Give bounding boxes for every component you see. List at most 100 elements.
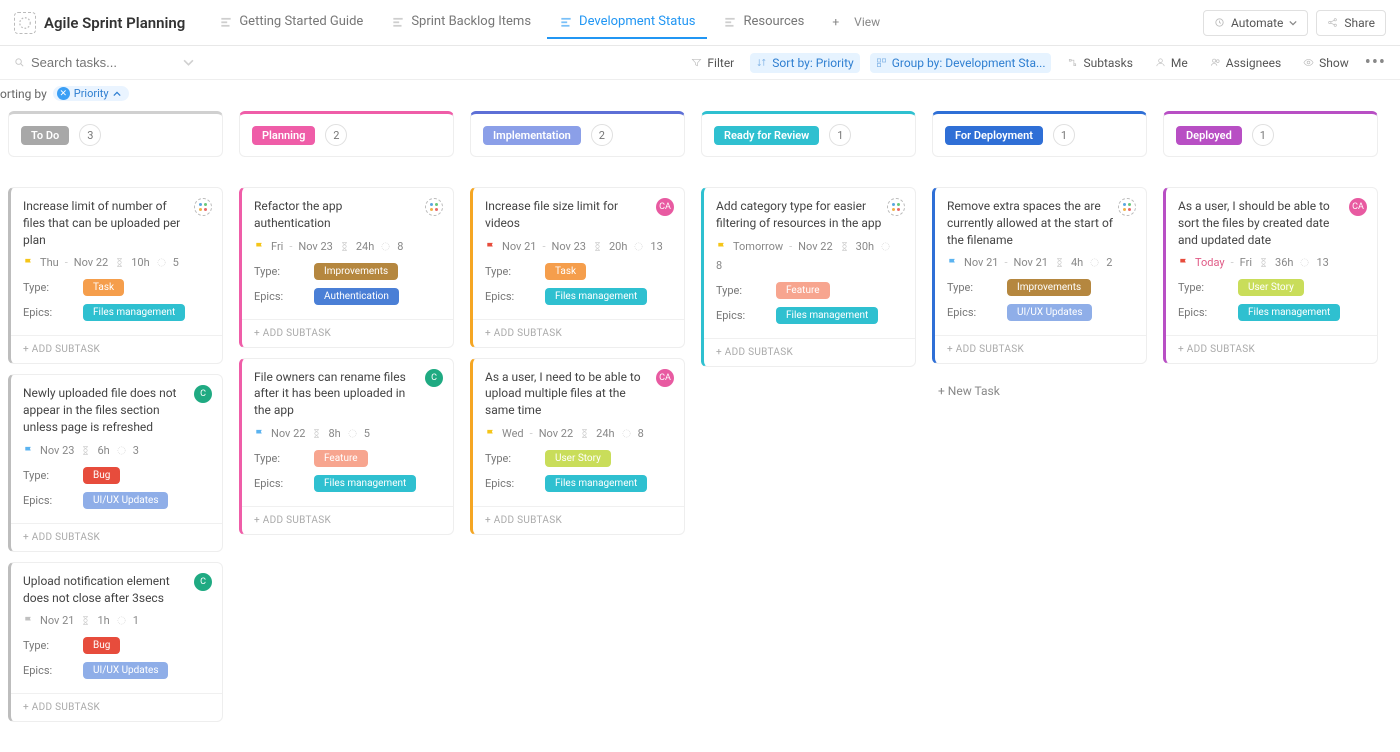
hourglass-icon — [839, 241, 850, 252]
add-subtask-button[interactable]: + ADD SUBTASK — [11, 693, 222, 721]
close-icon[interactable]: ✕ — [57, 87, 70, 100]
assignee-avatar[interactable]: CA — [656, 369, 674, 387]
epic-tag[interactable]: Files management — [83, 304, 185, 321]
task-card[interactable]: Add category type for easier filtering o… — [701, 187, 916, 367]
me-button[interactable]: Me — [1149, 53, 1194, 73]
share-button[interactable]: Share — [1316, 10, 1386, 36]
add-subtask-button[interactable]: + ADD SUBTASK — [1166, 335, 1377, 363]
column-header[interactable]: To Do3 — [8, 111, 223, 157]
task-card[interactable]: C Upload notification element does not c… — [8, 562, 223, 723]
automate-button[interactable]: Automate — [1203, 10, 1308, 36]
type-label: Type: — [23, 469, 83, 482]
view-tab[interactable]: Sprint Backlog Items — [379, 6, 543, 39]
workspace-title: Agile Sprint Planning — [44, 14, 185, 32]
add-subtask-button[interactable]: + ADD SUBTASK — [935, 335, 1146, 363]
column-count: 3 — [79, 124, 101, 146]
assignee-avatar[interactable] — [887, 198, 905, 216]
sort-button[interactable]: Sort by: Priority — [750, 53, 859, 73]
view-tab[interactable]: Getting Started Guide — [207, 6, 375, 39]
epic-tag[interactable]: UI/UX Updates — [83, 492, 168, 509]
assignee-avatar[interactable] — [194, 198, 212, 216]
task-card[interactable]: CA As a user, I should be able to sort t… — [1163, 187, 1378, 364]
type-tag[interactable]: Improvements — [1007, 279, 1091, 296]
start-date: Nov 23 — [40, 444, 74, 457]
add-subtask-button[interactable]: + ADD SUBTASK — [473, 506, 684, 534]
epic-tag[interactable]: Files management — [545, 288, 647, 305]
flag-icon — [23, 256, 34, 269]
column-header[interactable]: Ready for Review1 — [701, 111, 916, 157]
epic-tag[interactable]: Files management — [314, 475, 416, 492]
type-tag[interactable]: Bug — [83, 467, 120, 484]
card-title: Newly uploaded file does not appear in t… — [23, 385, 210, 435]
add-subtask-button[interactable]: + ADD SUBTASK — [704, 338, 915, 366]
flag-icon — [254, 240, 265, 253]
view-tab[interactable]: Development Status — [547, 6, 707, 39]
type-tag[interactable]: Improvements — [314, 263, 398, 280]
chevron-down-icon[interactable] — [183, 57, 194, 68]
hourglass-icon — [80, 445, 91, 456]
add-subtask-button[interactable]: + ADD SUBTASK — [11, 335, 222, 363]
add-subtask-button[interactable]: + ADD SUBTASK — [242, 506, 453, 534]
hourglass-icon — [339, 241, 350, 252]
card-title: Refactor the app authentication — [254, 198, 441, 232]
points: 5 — [173, 256, 179, 269]
type-tag[interactable]: Task — [545, 263, 586, 280]
hourglass-icon — [80, 615, 91, 626]
task-card[interactable]: C Newly uploaded file does not appear in… — [8, 374, 223, 551]
epic-tag[interactable]: Files management — [1238, 304, 1340, 321]
group-button[interactable]: Group by: Development Sta... — [870, 53, 1052, 73]
type-tag[interactable]: Feature — [776, 282, 830, 299]
add-subtask-button[interactable]: + ADD SUBTASK — [473, 319, 684, 347]
start-date: Wed — [502, 427, 524, 440]
search-box[interactable] — [14, 55, 194, 70]
points: 1 — [133, 614, 139, 627]
type-tag[interactable]: Bug — [83, 637, 120, 654]
show-button[interactable]: Show — [1297, 53, 1355, 73]
assignee-avatar[interactable]: CA — [656, 198, 674, 216]
epic-tag[interactable]: UI/UX Updates — [1007, 304, 1092, 321]
hours: 24h — [596, 427, 614, 440]
type-tag[interactable]: User Story — [545, 450, 611, 467]
add-view-button[interactable]: + View — [820, 7, 892, 39]
hours: 4h — [1071, 256, 1083, 269]
type-tag[interactable]: Task — [83, 279, 124, 296]
column-header[interactable]: Deployed1 — [1163, 111, 1378, 157]
end-date: Nov 21 — [1014, 256, 1048, 269]
epic-tag[interactable]: Files management — [776, 307, 878, 324]
view-tab[interactable]: Resources — [711, 6, 816, 39]
column-header[interactable]: Planning2 — [239, 111, 454, 157]
filter-button[interactable]: Filter — [685, 53, 740, 73]
task-card[interactable]: Refactor the app authentication Fri -Nov… — [239, 187, 454, 348]
search-input[interactable] — [31, 55, 161, 70]
type-tag[interactable]: Feature — [314, 450, 368, 467]
assignees-button[interactable]: Assignees — [1204, 53, 1287, 73]
task-card[interactable]: CA As a user, I need to be able to uploa… — [470, 358, 685, 535]
column-header[interactable]: Implementation2 — [470, 111, 685, 157]
type-tag[interactable]: User Story — [1238, 279, 1304, 296]
new-task-button[interactable]: + New Task — [932, 374, 1147, 408]
assignee-avatar[interactable]: C — [425, 369, 443, 387]
status-pill: For Deployment — [945, 126, 1043, 145]
sort-pill[interactable]: ✕ Priority — [53, 86, 129, 101]
task-card[interactable]: Remove extra spaces the are currently al… — [932, 187, 1147, 364]
flag-icon — [485, 427, 496, 440]
add-subtask-button[interactable]: + ADD SUBTASK — [242, 319, 453, 347]
assignee-avatar[interactable]: C — [194, 573, 212, 591]
epic-tag[interactable]: Files management — [545, 475, 647, 492]
add-subtask-button[interactable]: + ADD SUBTASK — [11, 523, 222, 551]
assignee-avatar[interactable]: CA — [1349, 198, 1367, 216]
task-card[interactable]: C File owners can rename files after it … — [239, 358, 454, 535]
task-card[interactable]: CA Increase file size limit for videos N… — [470, 187, 685, 348]
sort-icon — [756, 57, 767, 68]
task-card[interactable]: Increase limit of number of files that c… — [8, 187, 223, 364]
assignee-avatar[interactable] — [1118, 198, 1136, 216]
workspace-logo[interactable] — [14, 12, 36, 34]
assignee-avatar[interactable] — [425, 198, 443, 216]
subtasks-button[interactable]: Subtasks — [1061, 53, 1138, 73]
more-button[interactable]: ••• — [1365, 52, 1386, 73]
epic-tag[interactable]: UI/UX Updates — [83, 662, 168, 679]
epic-tag[interactable]: Authentication — [314, 288, 399, 305]
board-column: Ready for Review1 Add category type for … — [701, 111, 916, 377]
card-title: File owners can rename files after it ha… — [254, 369, 441, 419]
column-header[interactable]: For Deployment1 — [932, 111, 1147, 157]
